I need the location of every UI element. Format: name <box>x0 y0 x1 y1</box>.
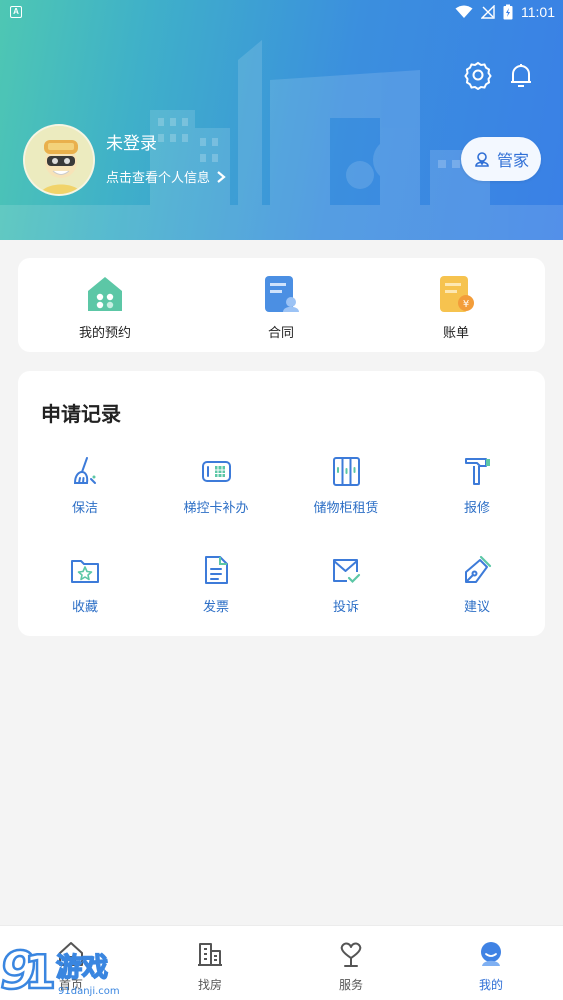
records-title: 申请记录 <box>41 402 121 426</box>
view-profile-link[interactable]: 点击查看个人信息 <box>106 167 226 186</box>
bell-icon[interactable] <box>506 60 536 90</box>
nav-find-house-label: 找房 <box>197 978 222 992</box>
login-status-title[interactable]: 未登录 <box>106 129 157 154</box>
view-profile-label: 点击查看个人信息 <box>106 171 211 186</box>
suggestion-label: 建议 <box>463 600 490 615</box>
svg-text:¥: ¥ <box>463 299 469 310</box>
house-appointment-icon <box>88 277 122 311</box>
repair-label: 报修 <box>463 501 490 516</box>
status-bar: A 11:01 <box>0 0 563 26</box>
bills-button[interactable]: ¥ 账单 <box>396 274 516 341</box>
butler-button-label: 管家 <box>496 151 529 170</box>
nav-mine[interactable]: 我的 <box>451 940 531 993</box>
hammer-icon <box>465 458 490 485</box>
site-watermark: 9 1 游戏 91danji.com <box>0 940 120 1000</box>
application-records-card: 申请记录 保洁 梯控卡补办 储物柜租赁 报修 收藏 发票 投诉 建议 <box>18 371 545 636</box>
city-skyline-illustration <box>0 40 563 240</box>
invoice-icon <box>205 556 228 584</box>
notification-badge-icon: A <box>10 6 22 18</box>
profile-header: 未登录 点击查看个人信息 管家 <box>0 0 563 240</box>
favorite-folder-icon <box>71 560 99 583</box>
suggestion-button[interactable]: 建议 <box>417 554 537 615</box>
favorites-button[interactable]: 收藏 <box>25 554 145 615</box>
cleaning-label: 保洁 <box>71 501 98 516</box>
avatar[interactable] <box>23 124 95 196</box>
contract-label: 合同 <box>267 326 294 341</box>
no-signal-icon <box>481 5 495 19</box>
pen-icon <box>465 555 492 583</box>
svg-text:游戏: 游戏 <box>56 953 108 983</box>
complaint-button[interactable]: 投诉 <box>286 554 406 615</box>
broom-icon <box>73 457 96 484</box>
profile-icon <box>481 942 501 966</box>
wifi-icon <box>455 5 473 18</box>
complaint-label: 投诉 <box>332 600 359 615</box>
clock: 11:01 <box>521 4 555 20</box>
invoice-label: 发票 <box>202 600 229 615</box>
heart-hand-icon <box>340 942 362 967</box>
svg-text:1: 1 <box>24 945 56 999</box>
nav-mine-label: 我的 <box>478 978 503 992</box>
my-appointments-button[interactable]: 我的预约 <box>45 274 165 341</box>
contract-button[interactable]: 合同 <box>221 274 341 341</box>
svg-text:91danji.com: 91danji.com <box>58 986 120 997</box>
repair-button[interactable]: 报修 <box>417 455 537 516</box>
favorites-label: 收藏 <box>71 600 98 615</box>
nav-find-house[interactable]: 找房 <box>170 940 250 993</box>
elevator-card-icon <box>202 461 231 482</box>
gear-icon[interactable] <box>463 60 493 90</box>
elevator-card-reissue-label: 梯控卡补办 <box>183 501 249 516</box>
bills-label: 账单 <box>442 326 469 341</box>
cleaning-button[interactable]: 保洁 <box>25 455 145 516</box>
nav-services-label: 服务 <box>338 978 363 992</box>
butler-icon <box>475 152 489 167</box>
building-icon <box>198 943 222 966</box>
invoice-button[interactable]: 发票 <box>156 554 276 615</box>
locker-rental-button[interactable]: 储物柜租赁 <box>286 455 406 516</box>
quick-actions-card: 我的预约 合同 ¥ 账单 <box>18 258 545 352</box>
bill-icon: ¥ <box>440 276 474 312</box>
complaint-mail-icon <box>333 559 361 584</box>
contract-icon <box>265 276 299 312</box>
elevator-card-reissue-button[interactable]: 梯控卡补办 <box>156 455 276 516</box>
nav-services[interactable]: 服务 <box>311 940 391 993</box>
locker-icon <box>333 457 360 486</box>
chevron-right-icon <box>217 170 226 183</box>
locker-rental-label: 储物柜租赁 <box>313 501 379 516</box>
butler-button[interactable]: 管家 <box>461 137 541 181</box>
battery-charging-icon <box>503 4 513 20</box>
my-appointments-label: 我的预约 <box>78 326 131 341</box>
